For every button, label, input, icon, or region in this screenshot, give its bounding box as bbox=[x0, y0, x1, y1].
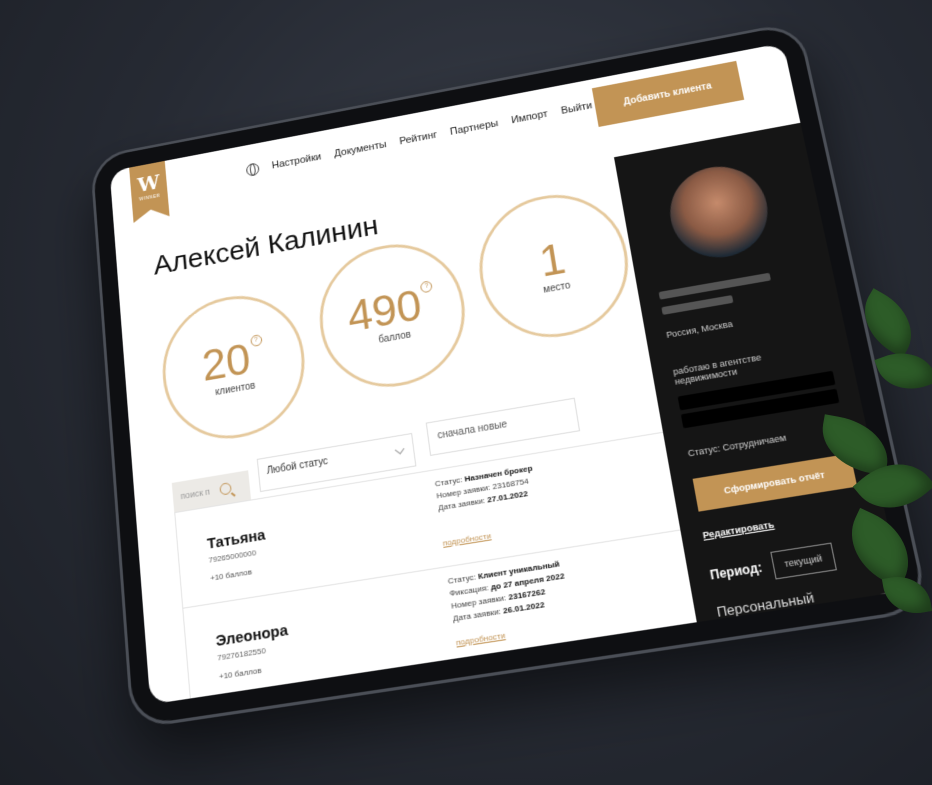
period-select[interactable]: текущий bbox=[770, 542, 837, 580]
personal-manager: Персональный менеджер: Анна Чурсина bbox=[715, 589, 828, 653]
stat-points-value: 490? bbox=[345, 279, 437, 341]
email-redacted bbox=[658, 272, 771, 300]
stat-clients: 20? клиентов bbox=[157, 284, 312, 450]
redacted-bar bbox=[658, 272, 771, 300]
status-select-value: Любой статус bbox=[266, 456, 329, 477]
help-icon[interactable]: ? bbox=[420, 279, 434, 293]
sort-select-value: сначала новые bbox=[436, 419, 508, 442]
stat-points: 490? баллов bbox=[312, 233, 475, 398]
globe-icon[interactable] bbox=[245, 162, 260, 177]
client-name: Элеонора bbox=[215, 621, 289, 651]
edit-profile-link[interactable]: Редактировать bbox=[702, 519, 775, 541]
client-name: Татьяна bbox=[206, 526, 267, 553]
avatar bbox=[662, 158, 776, 266]
tablet-device: W WINNER Настройки Документы Рейтинг Пар… bbox=[92, 23, 927, 727]
stat-rank: 1 место bbox=[470, 183, 640, 349]
nav-item-rating[interactable]: Рейтинг bbox=[399, 130, 438, 148]
search-icon[interactable] bbox=[218, 482, 232, 496]
location: Россия, Москва bbox=[665, 318, 734, 340]
period-filter: Период: текущий bbox=[708, 542, 837, 590]
phone-redacted bbox=[661, 295, 734, 315]
tablet-screen: W WINNER Настройки Документы Рейтинг Пар… bbox=[109, 42, 903, 705]
nav-item-documents[interactable]: Документы bbox=[333, 139, 387, 159]
top-nav: Настройки Документы Рейтинг Партнеры Имп… bbox=[245, 99, 593, 177]
stat-rank-value: 1 bbox=[535, 232, 569, 286]
client-points: +10 баллов bbox=[218, 665, 262, 682]
sort-select[interactable]: сначала новые bbox=[425, 397, 581, 456]
chevron-down-icon bbox=[394, 444, 405, 455]
redacted-bar bbox=[661, 295, 734, 315]
details-link[interactable]: подробности bbox=[442, 531, 491, 548]
client-info: Статус: Назначен брокер Номер заявки: 23… bbox=[434, 463, 537, 515]
generate-report-button[interactable]: Сформировать отчёт bbox=[692, 453, 858, 512]
logo[interactable]: W WINNER bbox=[129, 161, 169, 223]
nav-item-partners[interactable]: Партнеры bbox=[449, 118, 499, 138]
nav-item-settings[interactable]: Настройки bbox=[271, 151, 322, 171]
search-placeholder: поиск п bbox=[180, 486, 211, 502]
help-icon[interactable]: ? bbox=[249, 333, 263, 347]
add-client-button[interactable]: Добавить клиента bbox=[591, 60, 745, 127]
nav-item-import[interactable]: Импорт bbox=[511, 109, 549, 126]
partner-status: Статус: Сотрудничаем bbox=[687, 432, 787, 459]
nav-item-logout[interactable]: Выйти bbox=[560, 100, 593, 116]
client-points: +10 баллов bbox=[209, 567, 253, 583]
period-label: Период: bbox=[708, 559, 764, 583]
details-link[interactable]: подробности bbox=[455, 631, 505, 648]
stat-clients-value: 20? bbox=[200, 333, 265, 390]
client-info: Статус: Клиент уникальный Фиксация: до 2… bbox=[447, 558, 569, 626]
